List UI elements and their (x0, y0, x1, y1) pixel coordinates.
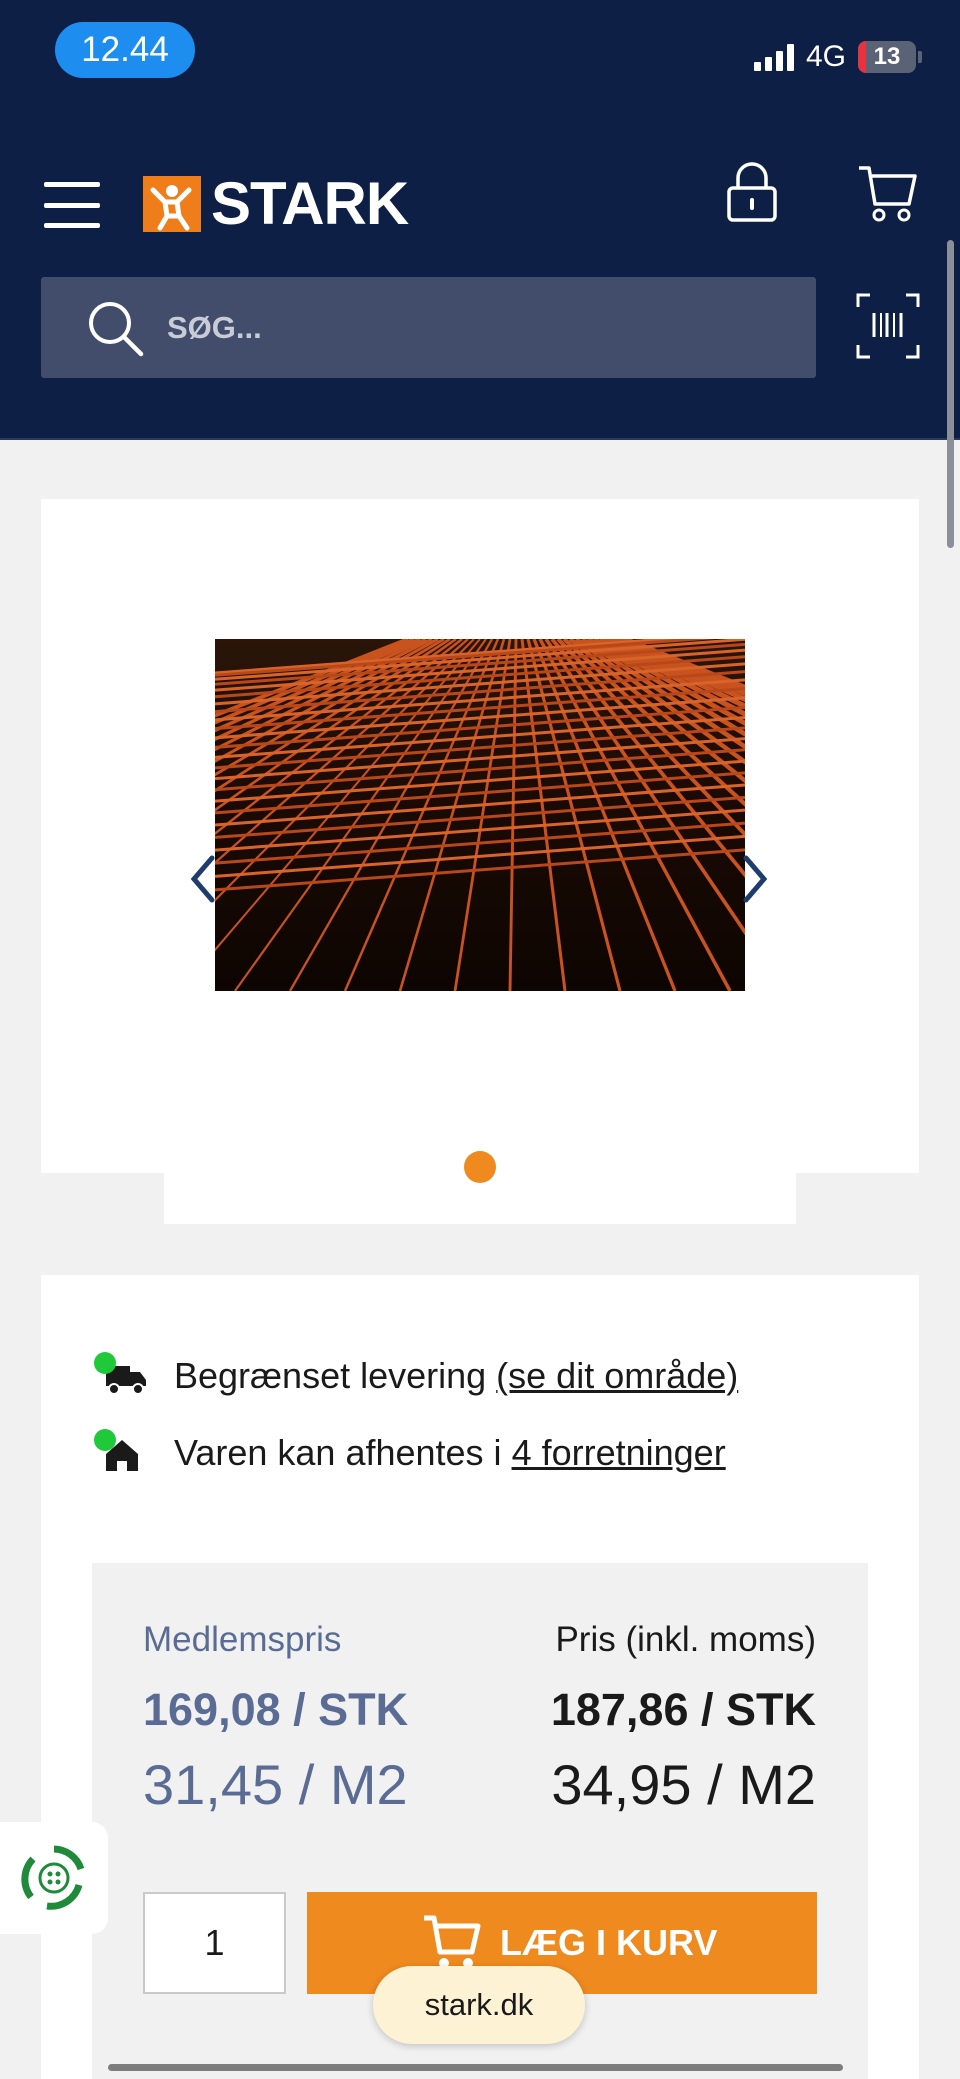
available-dot (94, 1352, 116, 1374)
pickup-text: Varen kan afhentes i (174, 1432, 502, 1473)
delivery-text: Begrænset levering (174, 1355, 487, 1396)
stark-logo[interactable]: STARK (143, 170, 409, 237)
barcode-scan-icon[interactable] (856, 293, 920, 359)
gallery-next-arrow-icon[interactable] (742, 854, 770, 904)
search-icon (89, 301, 144, 356)
logo-mark-icon (143, 176, 201, 232)
regular-price-m2: 34,95 / M2 (551, 1753, 816, 1816)
gallery-prev-arrow-icon[interactable] (188, 854, 216, 904)
status-indicators: 4G 13 (753, 40, 922, 74)
regular-price-column: Pris (inkl. moms) 187,86 / STK 34,95 / M… (551, 1615, 816, 1815)
availability-list: Begrænset levering (se dit område) Varen… (94, 1350, 738, 1504)
delivery-row: Begrænset levering (se dit område) (94, 1350, 738, 1402)
pickup-status (94, 1429, 150, 1477)
gallery-dot-active[interactable] (464, 1151, 496, 1183)
search-bar[interactable] (41, 277, 816, 378)
cart-add-icon (424, 1915, 481, 1968)
app-header: 12.44 4G 13 STARK (0, 0, 960, 440)
status-time: 12.44 (55, 22, 195, 78)
pickup-row: Varen kan afhentes i 4 forretninger (94, 1427, 738, 1479)
battery-level: 13 (873, 43, 901, 70)
signal-icon (753, 43, 794, 71)
battery-icon: 13 (858, 41, 922, 73)
network-label: 4G (805, 40, 846, 73)
recycle-icon (21, 1845, 85, 1910)
browser-url-pill[interactable]: stark.dk (373, 1966, 585, 2044)
member-price-label: Medlemspris (143, 1620, 342, 1659)
product-image[interactable] (215, 639, 745, 991)
delivery-area-link[interactable]: (se dit område) (496, 1355, 738, 1397)
recycle-widget[interactable] (0, 1822, 108, 1934)
home-indicator[interactable] (108, 2064, 843, 2071)
search-input[interactable] (167, 309, 727, 346)
available-dot (94, 1429, 116, 1451)
member-price-stk: 169,08 / STK (143, 1684, 409, 1735)
quantity-input[interactable] (143, 1892, 286, 1994)
delivery-status (94, 1352, 150, 1400)
stores-link[interactable]: 4 forretninger (512, 1432, 726, 1474)
add-to-cart-label: LÆG I KURV (500, 1922, 718, 1963)
login-lock-icon[interactable] (726, 160, 778, 224)
brand-name: STARK (211, 170, 409, 237)
hamburger-menu-icon[interactable] (44, 182, 100, 228)
regular-price-label: Pris (inkl. moms) (555, 1620, 816, 1659)
member-price-m2: 31,45 / M2 (143, 1753, 408, 1816)
regular-price-stk: 187,86 / STK (550, 1684, 816, 1735)
page-scrollbar[interactable] (947, 240, 954, 548)
member-price-column: Medlemspris 169,08 / STK 31,45 / M2 (143, 1615, 408, 1815)
cart-icon[interactable] (857, 162, 919, 224)
